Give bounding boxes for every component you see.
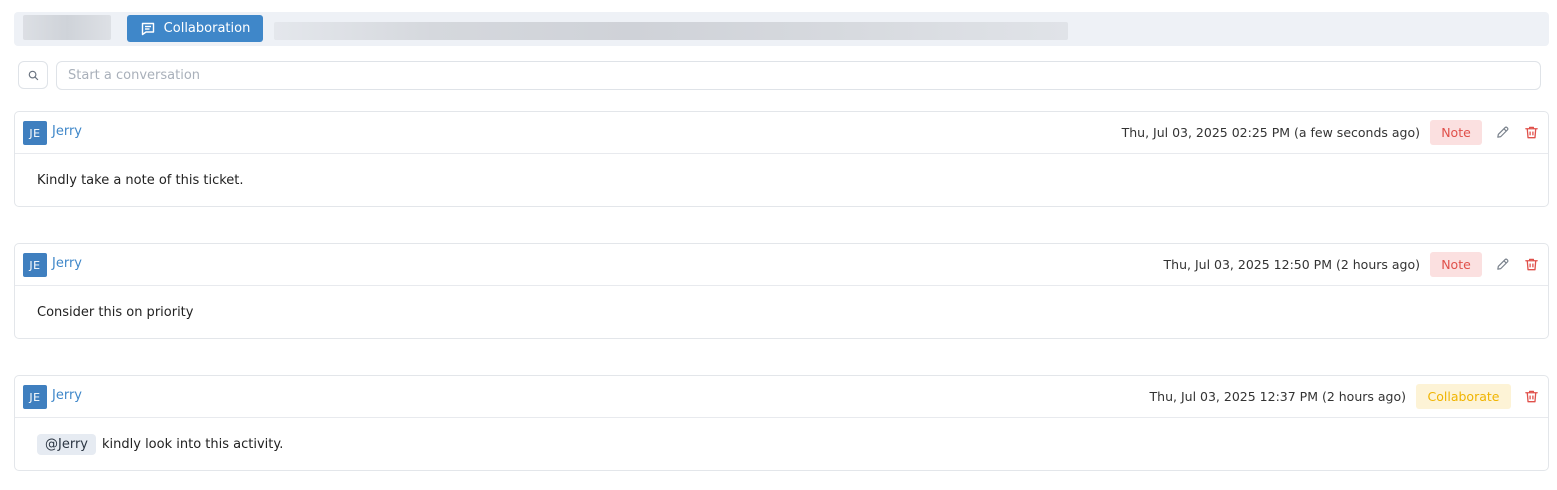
avatar: JE xyxy=(23,253,47,277)
conversation-header: JE Jerry Thu, Jul 03, 2025 12:37 PM (2 h… xyxy=(15,376,1548,418)
delete-button[interactable] xyxy=(1522,256,1540,274)
conversation-meta: Thu, Jul 03, 2025 12:50 PM (2 hours ago)… xyxy=(1164,244,1540,285)
conversation-input[interactable] xyxy=(56,61,1541,90)
edit-button[interactable] xyxy=(1493,124,1511,142)
conversation-header: JE Jerry Thu, Jul 03, 2025 02:25 PM (a f… xyxy=(15,112,1548,154)
author-link[interactable]: Jerry xyxy=(52,124,82,139)
avatar: JE xyxy=(23,385,47,409)
timestamp: Thu, Jul 03, 2025 12:50 PM (2 hours ago) xyxy=(1163,257,1420,272)
conversation-meta: Thu, Jul 03, 2025 12:37 PM (2 hours ago)… xyxy=(1150,376,1540,417)
trash-icon xyxy=(1524,126,1538,139)
top-tab-bar: Collaboration xyxy=(14,12,1549,46)
tab-collaboration-label: Collaboration xyxy=(163,21,251,36)
conversation-body: @Jerry kindly look into this activity. xyxy=(15,418,1548,471)
mention-tag[interactable]: @Jerry xyxy=(37,434,96,455)
conversation-card: JE Jerry Thu, Jul 03, 2025 12:37 PM (2 h… xyxy=(14,375,1549,471)
status-badge: Collaborate xyxy=(1416,384,1511,409)
conversation-header: JE Jerry Thu, Jul 03, 2025 12:50 PM (2 h… xyxy=(15,244,1548,286)
pencil-icon xyxy=(1496,126,1508,138)
tab-collaboration[interactable]: Collaboration xyxy=(127,15,263,42)
timestamp: Thu, Jul 03, 2025 02:25 PM (a few second… xyxy=(1121,125,1420,140)
chat-icon xyxy=(141,22,154,35)
delete-button[interactable] xyxy=(1522,124,1540,142)
conversation-body: Kindly take a note of this ticket. xyxy=(15,154,1548,207)
conversation-card: JE Jerry Thu, Jul 03, 2025 12:50 PM (2 h… xyxy=(14,243,1549,339)
message-text: Consider this on priority xyxy=(37,305,194,320)
message-text: kindly look into this activity. xyxy=(102,437,284,452)
status-badge: Note xyxy=(1430,252,1482,277)
search-button[interactable] xyxy=(18,61,48,89)
delete-button[interactable] xyxy=(1522,388,1540,406)
author-link[interactable]: Jerry xyxy=(52,388,82,403)
conversation-meta: Thu, Jul 03, 2025 02:25 PM (a few second… xyxy=(1122,112,1540,153)
trash-icon xyxy=(1524,390,1538,403)
timestamp: Thu, Jul 03, 2025 12:37 PM (2 hours ago) xyxy=(1149,389,1406,404)
blurred-tab[interactable] xyxy=(23,15,111,40)
blurred-tabs[interactable] xyxy=(274,22,1068,40)
trash-icon xyxy=(1524,258,1538,271)
message-text: Kindly take a note of this ticket. xyxy=(37,173,244,188)
author-link[interactable]: Jerry xyxy=(52,256,82,271)
status-badge: Note xyxy=(1430,120,1482,145)
pencil-icon xyxy=(1496,258,1508,270)
edit-button[interactable] xyxy=(1493,256,1511,274)
conversation-card: JE Jerry Thu, Jul 03, 2025 02:25 PM (a f… xyxy=(14,111,1549,207)
avatar: JE xyxy=(23,121,47,145)
conversation-body: Consider this on priority xyxy=(15,286,1548,339)
search-icon xyxy=(28,70,38,80)
